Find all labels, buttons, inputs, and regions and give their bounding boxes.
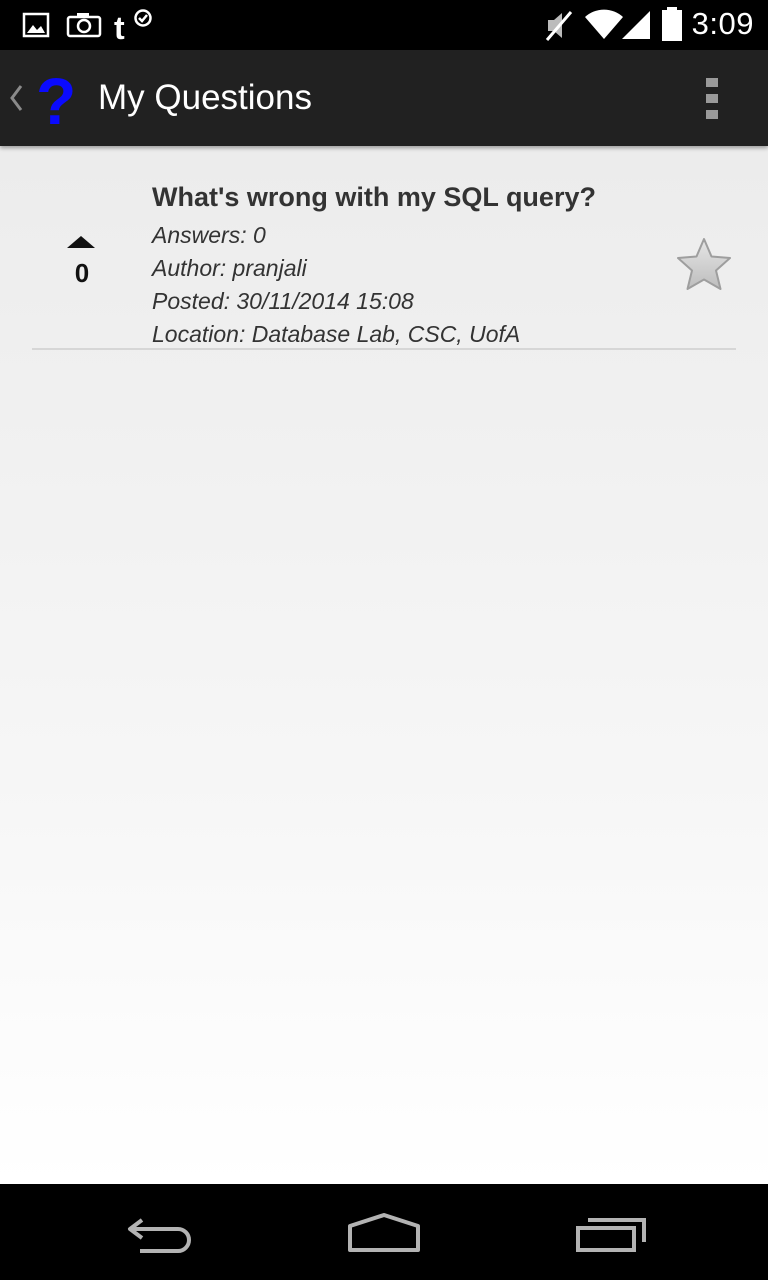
- navigation-bar: [0, 1184, 768, 1280]
- question-title[interactable]: What's wrong with my SQL query?: [152, 182, 596, 213]
- status-time: 3:09: [691, 6, 754, 41]
- gallery-icon: [22, 12, 50, 38]
- question-list: 0 What's wrong with my SQL query? Answer…: [0, 146, 768, 1184]
- question-author: Author: pranjali: [152, 255, 307, 281]
- action-bar: ? My Questions: [0, 50, 768, 146]
- star-icon[interactable]: [674, 236, 734, 294]
- question-location: Location: Database Lab, CSC, UofA: [152, 321, 521, 347]
- status-bar: t 3:09: [0, 0, 768, 50]
- upvote-icon[interactable]: [67, 236, 95, 248]
- up-caret-icon[interactable]: [8, 84, 24, 112]
- svg-text:?: ?: [36, 70, 76, 130]
- vote-count: 0: [74, 258, 90, 288]
- tumblr-icon: t: [114, 9, 152, 42]
- home-icon[interactable]: [346, 1212, 422, 1254]
- battery-icon: [662, 7, 682, 41]
- signal-icon: [622, 11, 650, 39]
- question-answers: Answers: 0: [152, 222, 266, 248]
- question-posted: Posted: 30/11/2014 15:08: [152, 288, 414, 314]
- wifi-icon: [585, 9, 623, 39]
- mute-icon: [545, 11, 573, 41]
- recents-icon[interactable]: [574, 1214, 648, 1254]
- page-title: My Questions: [98, 78, 312, 117]
- overflow-menu-icon[interactable]: [700, 76, 724, 122]
- svg-text:t: t: [114, 10, 125, 42]
- back-icon[interactable]: [124, 1214, 196, 1254]
- app-question-icon[interactable]: ?: [36, 70, 80, 130]
- camera-icon: [66, 13, 102, 38]
- list-item[interactable]: 0 What's wrong with my SQL query? Answer…: [32, 146, 736, 350]
